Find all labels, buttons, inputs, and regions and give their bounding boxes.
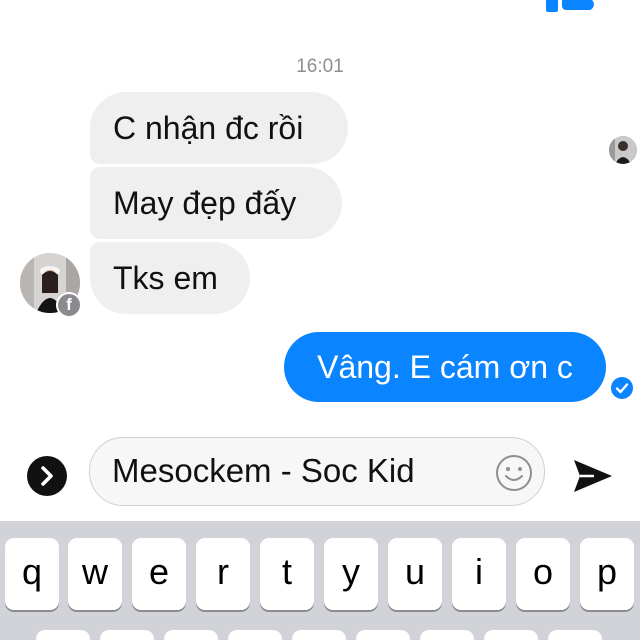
keyboard-key[interactable]: [100, 630, 154, 640]
chevron-right-icon[interactable]: [27, 456, 67, 496]
key-p[interactable]: p: [580, 538, 634, 610]
message-input[interactable]: Mesockem - Soc Kid: [89, 437, 545, 506]
incoming-message[interactable]: Tks em: [90, 242, 250, 314]
key-u[interactable]: u: [388, 538, 442, 610]
key-e[interactable]: e: [132, 538, 186, 610]
keyboard: q w e r t y u i o p: [0, 521, 640, 640]
incoming-message[interactable]: C nhận đc rồi: [90, 92, 348, 164]
message-input-text: Mesockem - Soc Kid: [112, 452, 415, 489]
keyboard-key[interactable]: [36, 630, 90, 640]
incoming-message[interactable]: May đẹp đấy: [90, 167, 342, 239]
smiley-icon[interactable]: [495, 454, 533, 492]
key-r[interactable]: r: [196, 538, 250, 610]
message-timestamp: 16:01: [296, 56, 344, 77]
key-y[interactable]: y: [324, 538, 378, 610]
keyboard-key[interactable]: [356, 630, 410, 640]
keyboard-key[interactable]: [548, 630, 602, 640]
checkmark-icon: [611, 377, 633, 399]
outgoing-message[interactable]: Vâng. E cám ơn c: [284, 332, 606, 402]
keyboard-key[interactable]: [228, 630, 282, 640]
keyboard-key[interactable]: [164, 630, 218, 640]
keyboard-key[interactable]: [484, 630, 538, 640]
key-o[interactable]: o: [516, 538, 570, 610]
thumbs-up-icon: [546, 0, 594, 12]
read-receipt-avatar: [609, 136, 637, 164]
key-w[interactable]: w: [68, 538, 122, 610]
keyboard-key[interactable]: [420, 630, 474, 640]
facebook-icon: f: [56, 292, 82, 318]
key-t[interactable]: t: [260, 538, 314, 610]
send-arrow-icon[interactable]: [570, 456, 614, 496]
chat-screen: 16:01 C nhận đc rồi May đẹp đấy Tks em f…: [0, 0, 640, 640]
keyboard-key[interactable]: [292, 630, 346, 640]
key-q[interactable]: q: [5, 538, 59, 610]
key-i[interactable]: i: [452, 538, 506, 610]
